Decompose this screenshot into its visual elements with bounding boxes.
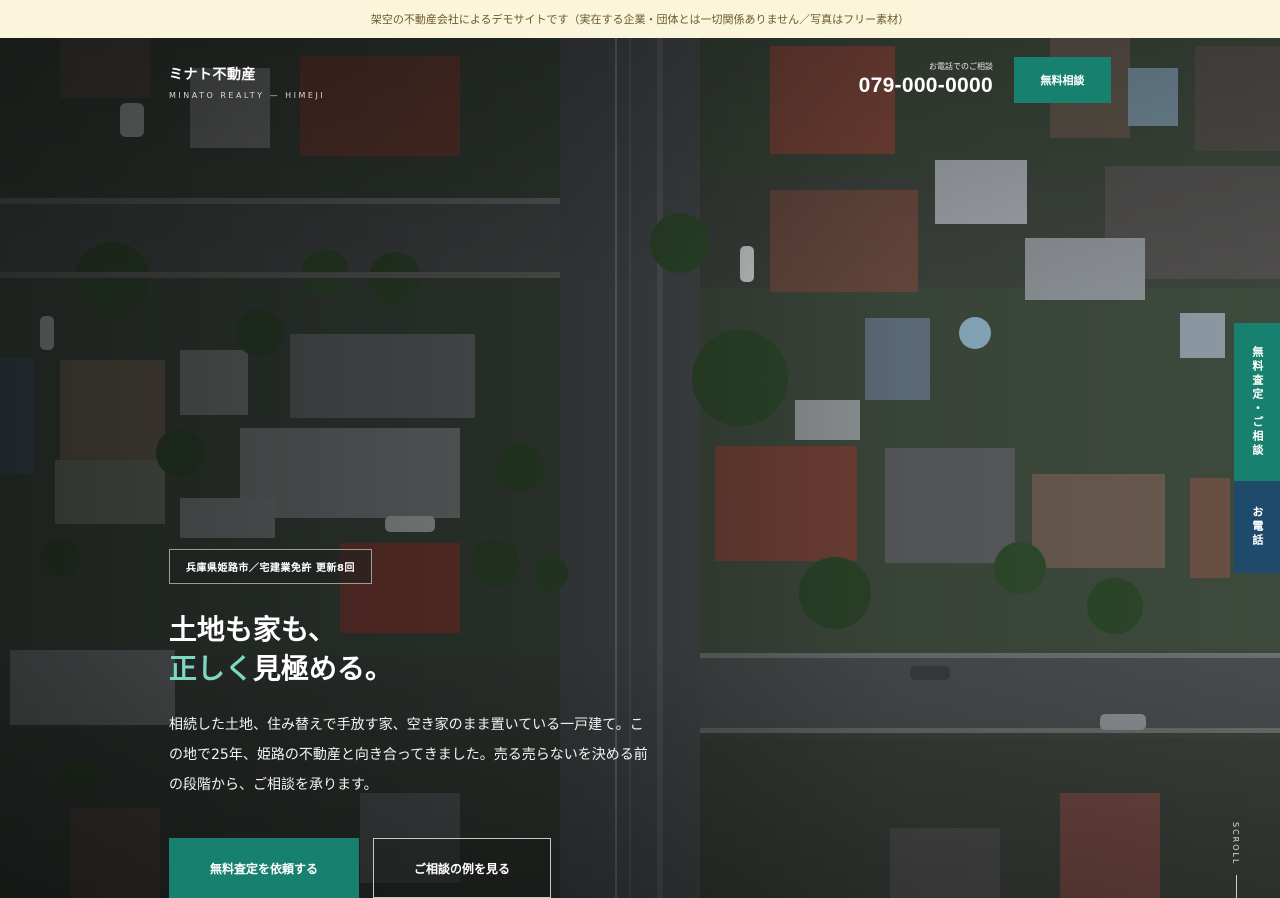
headline-rest: 見極める。 (253, 652, 394, 685)
phone-contact[interactable]: お電話でのご相談 079-000-0000 (843, 61, 993, 98)
license-badge: 兵庫県姫路市／宅建業免許 更新8回 (169, 549, 372, 584)
free-consultation-button[interactable]: 無料相談 (1014, 57, 1111, 103)
consultation-examples-button[interactable]: ご相談の例を見る (373, 838, 551, 898)
side-tab-free-assessment[interactable]: 無料査定・ご相談 (1234, 323, 1280, 481)
phone-number: 079-000-0000 (858, 74, 993, 97)
brand-name: ミナト不動産 (169, 67, 256, 83)
hero-lead-text: 相続した土地、住み替えで手放す家、空き家のまま置いている一戸建て。この地で25年… (169, 717, 648, 793)
brand-logo[interactable]: ミナト不動産 MINATO REALTY — HIMEJI (169, 64, 325, 100)
headline-line1: 土地も家も、 (169, 613, 337, 646)
license-badge-text: 兵庫県姫路市／宅建業免許 更新8回 (186, 563, 355, 574)
scroll-indicator-line (1236, 875, 1237, 898)
demo-notice-banner: 架空の不動産会社によるデモサイトです（実在する企業・団体とは一切関係ありません／… (0, 0, 1280, 38)
demo-notice-text: 架空の不動産会社によるデモサイトです（実在する企業・団体とは一切関係ありません／… (370, 13, 910, 26)
hero-headline: 土地も家も、 正しく見極める。 (169, 610, 393, 688)
request-assessment-button[interactable]: 無料査定を依頼する (169, 838, 359, 898)
scroll-indicator[interactable]: SCROLL (1231, 822, 1240, 865)
headline-accent: 正しく (169, 652, 254, 685)
phone-label: お電話でのご相談 (929, 62, 993, 71)
side-tab-phone[interactable]: お電話 (1234, 481, 1280, 573)
brand-subtitle: MINATO REALTY — HIMEJI (169, 91, 326, 100)
